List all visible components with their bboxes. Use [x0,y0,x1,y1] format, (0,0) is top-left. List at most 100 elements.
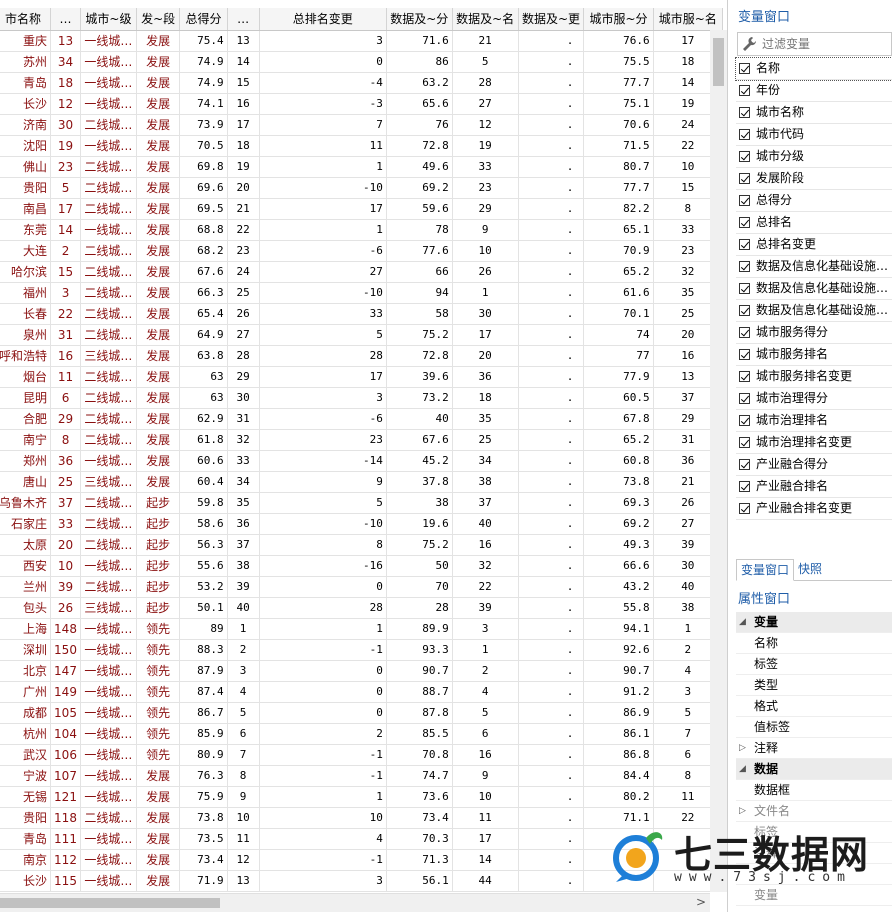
table-row[interactable]: 兰州 39 二线城… 起步 53.2 39 0 70 22. 43.2 40 [0,576,724,598]
table-cell[interactable]: 60.4 [179,471,228,493]
table-cell[interactable]: . [518,93,585,115]
table-cell[interactable]: 发展 [136,849,181,871]
table-row[interactable]: 长沙 12 一线城… 发展 74.1 16 -3 65.6 27. 75.1 19 [0,93,724,115]
table-cell[interactable]: 69.6 [179,177,228,199]
table-cell[interactable]: 77 [583,345,654,367]
table-cell[interactable]: 二线城… [80,156,137,178]
table-cell[interactable]: 重庆 [0,30,52,52]
table-cell[interactable]: 63 [179,366,228,388]
table-cell[interactable]: 107 [50,765,81,787]
table-cell[interactable]: 73.2 [386,387,453,409]
table-cell[interactable]: 20 [227,177,260,199]
table-cell[interactable]: 28 [259,597,387,619]
table-cell[interactable]: 起步 [136,534,181,556]
filter-variables-input[interactable] [762,35,890,53]
table-cell[interactable]: 30 [50,114,81,136]
table-cell[interactable]: 80.9 [179,744,228,766]
table-cell[interactable]: 9 [259,471,387,493]
table-cell[interactable]: 19.6 [386,513,453,535]
table-cell[interactable]: 36 [50,450,81,472]
table-cell[interactable]: 16 [452,534,519,556]
table-cell[interactable]: 62.9 [179,408,228,430]
table-cell[interactable]: 广州 [0,681,52,703]
table-cell[interactable]: . [518,324,585,346]
table-cell[interactable]: 发展 [136,450,181,472]
table-cell[interactable]: 86.9 [583,702,654,724]
table-cell[interactable]: 17 [50,198,81,220]
table-cell[interactable]: 70.6 [583,114,654,136]
table-cell[interactable]: 二线城… [80,576,137,598]
variable-item[interactable]: 发展阶段 [736,168,892,190]
table-cell[interactable]: 1 [259,156,387,178]
table-cell[interactable]: -10 [259,282,387,304]
table-cell[interactable]: 23 [227,240,260,262]
table-cell[interactable]: 发展 [136,156,181,178]
variable-item[interactable]: 产业融合排名 [736,476,892,498]
table-cell[interactable]: 75.4 [179,30,228,52]
table-cell[interactable]: 7 [259,114,387,136]
table-cell[interactable]: 一线城… [80,870,137,892]
variable-checkbox[interactable] [739,305,750,316]
table-cell[interactable]: 78 [386,219,453,241]
table-row[interactable]: 南昌 17 二线城… 发展 69.5 21 17 59.6 29. 82.2 8 [0,198,724,220]
property-item[interactable]: 值标签 [736,717,892,738]
table-cell[interactable]: . [518,723,585,745]
table-cell[interactable]: 33 [452,156,519,178]
table-cell[interactable]: 9 [452,219,519,241]
table-cell[interactable]: 0 [259,681,387,703]
table-cell[interactable]: 73.6 [386,786,453,808]
table-cell[interactable]: 郑州 [0,450,52,472]
table-cell[interactable]: 28 [259,345,387,367]
variable-item[interactable]: 城市服务排名 [736,344,892,366]
table-row[interactable]: 佛山 23 二线城… 发展 69.8 19 1 49.6 33. 80.7 10 [0,156,724,178]
table-cell[interactable]: 22 [50,303,81,325]
table-cell[interactable]: 贵阳 [0,807,52,829]
table-cell[interactable]: 2 [227,639,260,661]
table-cell[interactable]: . [518,660,585,682]
table-cell[interactable]: 武汉 [0,744,52,766]
table-cell[interactable]: 无锡 [0,786,52,808]
table-cell[interactable]: 12 [50,93,81,115]
table-cell[interactable]: 33 [259,303,387,325]
table-cell[interactable]: 31 [227,408,260,430]
variable-item[interactable]: 总排名变更 [736,234,892,256]
table-cell[interactable]: . [518,156,585,178]
table-cell[interactable]: 150 [50,639,81,661]
table-cell[interactable]: 49.3 [583,534,654,556]
table-cell[interactable]: 34 [452,450,519,472]
table-row[interactable]: 乌鲁木齐 37 二线城… 起步 59.8 35 5 38 37. 69.3 26 [0,492,724,514]
table-row[interactable]: 烟台 11 二线城… 发展 63 29 17 39.6 36. 77.9 13 [0,366,724,388]
table-cell[interactable]: . [518,387,585,409]
variable-checkbox[interactable] [739,349,750,360]
table-cell[interactable]: 105 [50,702,81,724]
table-cell[interactable]: 16 [452,744,519,766]
column-header[interactable]: 数据及~更 [518,8,585,31]
table-cell[interactable]: 二线城… [80,387,137,409]
table-cell[interactable]: 14 [50,219,81,241]
table-cell[interactable]: 59.6 [386,198,453,220]
table-cell[interactable]: 60.8 [583,450,654,472]
table-cell[interactable]: 呼和浩特 [0,345,52,367]
table-cell[interactable]: 84.4 [583,765,654,787]
table-cell[interactable]: 33 [50,513,81,535]
table-cell[interactable]: 58 [386,303,453,325]
table-cell[interactable]: 12 [452,114,519,136]
table-row[interactable]: 唐山 25 三线城… 发展 60.4 34 9 37.8 38. 73.8 21 [0,471,724,493]
table-cell[interactable]: 29 [50,408,81,430]
table-cell[interactable]: 一线城… [80,723,137,745]
table-cell[interactable]: 发展 [136,93,181,115]
table-cell[interactable]: 领先 [136,660,181,682]
table-row[interactable]: 大连 2 二线城… 发展 68.2 23 -6 77.6 10. 70.9 23 [0,240,724,262]
table-cell[interactable]: 一线城… [80,618,137,640]
table-cell[interactable]: 39 [452,597,519,619]
table-cell[interactable]: . [518,702,585,724]
table-cell[interactable]: . [518,177,585,199]
table-cell[interactable]: 11 [452,807,519,829]
table-cell[interactable]: 5 [50,177,81,199]
table-cell[interactable]: 36 [227,513,260,535]
table-cell[interactable]: 18 [227,135,260,157]
table-row[interactable]: 南宁 8 二线城… 发展 61.8 32 23 67.6 25. 65.2 31 [0,429,724,451]
property-item[interactable]: 名称 [736,633,892,654]
table-row[interactable]: 哈尔滨 15 二线城… 发展 67.6 24 27 66 26. 65.2 32 [0,261,724,283]
table-cell[interactable]: 66.3 [179,282,228,304]
